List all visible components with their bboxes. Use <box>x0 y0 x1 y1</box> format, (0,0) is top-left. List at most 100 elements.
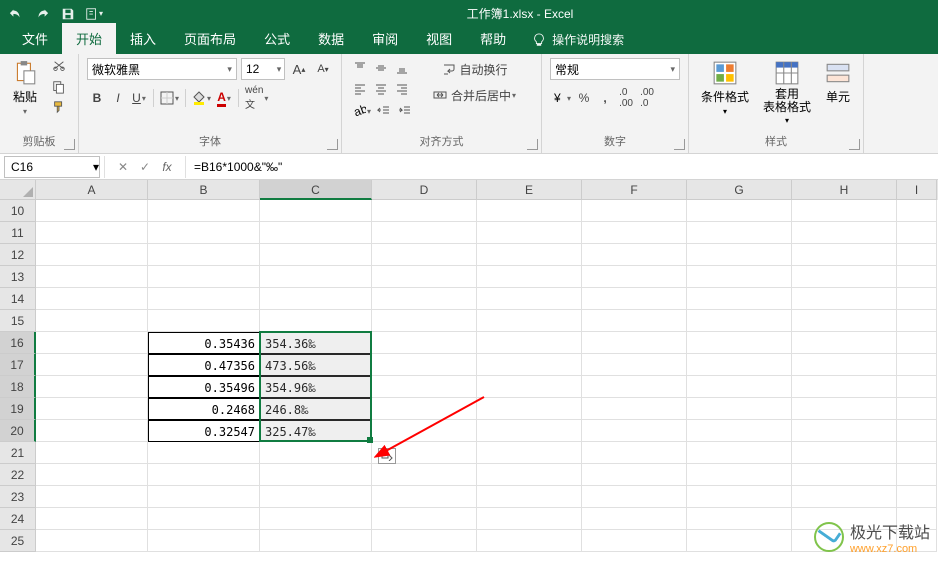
row-header-25[interactable]: 25 <box>0 530 36 552</box>
cell-F11[interactable] <box>582 222 687 244</box>
cell-D16[interactable] <box>372 332 477 354</box>
paste-button[interactable]: 粘贴 ▾ <box>8 58 42 118</box>
cell-I15[interactable] <box>897 310 937 332</box>
row-header-24[interactable]: 24 <box>0 508 36 530</box>
tab-home[interactable]: 开始 <box>62 23 116 54</box>
cell-B25[interactable] <box>148 530 260 552</box>
cell-D22[interactable] <box>372 464 477 486</box>
cell-G21[interactable] <box>687 442 792 464</box>
cell-E23[interactable] <box>477 486 582 508</box>
cell-D25[interactable] <box>372 530 477 552</box>
cell-E20[interactable] <box>477 420 582 442</box>
format-painter-button[interactable] <box>48 98 70 116</box>
cell-D10[interactable] <box>372 200 477 222</box>
row-header-20[interactable]: 20 <box>0 420 36 442</box>
increase-font-button[interactable]: A▴ <box>289 59 309 79</box>
cell-F21[interactable] <box>582 442 687 464</box>
cell-A21[interactable] <box>36 442 148 464</box>
align-left-button[interactable] <box>350 79 370 99</box>
cell-D20[interactable] <box>372 420 477 442</box>
underline-button[interactable]: U <box>129 88 149 108</box>
cell-F20[interactable] <box>582 420 687 442</box>
align-bottom-button[interactable] <box>392 58 412 78</box>
accounting-format-button[interactable]: ¥ <box>550 88 573 108</box>
cell-C16[interactable]: 354.36‰ <box>260 332 372 354</box>
cell-G17[interactable] <box>687 354 792 376</box>
cell-H20[interactable] <box>792 420 897 442</box>
copy-button[interactable] <box>48 78 70 96</box>
cell-G14[interactable] <box>687 288 792 310</box>
font-color-button[interactable]: A <box>214 88 234 108</box>
formula-input[interactable] <box>186 160 938 174</box>
cell-G15[interactable] <box>687 310 792 332</box>
cell-C11[interactable] <box>260 222 372 244</box>
cell-E21[interactable] <box>477 442 582 464</box>
spreadsheet-grid[interactable]: ABCDEFGHI 101112131415160.35436354.36‰17… <box>0 180 938 561</box>
select-all-button[interactable] <box>0 180 36 200</box>
column-header-H[interactable]: H <box>792 180 897 200</box>
cell-I21[interactable] <box>897 442 937 464</box>
cell-C20[interactable]: 325.47‰ <box>260 420 372 442</box>
cell-E22[interactable] <box>477 464 582 486</box>
cell-C22[interactable] <box>260 464 372 486</box>
cell-B18[interactable]: 0.35496 <box>148 376 260 398</box>
cell-B12[interactable] <box>148 244 260 266</box>
cell-D14[interactable] <box>372 288 477 310</box>
column-header-A[interactable]: A <box>36 180 148 200</box>
cell-B24[interactable] <box>148 508 260 530</box>
cell-E14[interactable] <box>477 288 582 310</box>
tab-review[interactable]: 审阅 <box>358 23 412 54</box>
cell-I19[interactable] <box>897 398 937 420</box>
tell-me-search[interactable]: 操作说明搜索 <box>520 25 636 54</box>
font-name-combo[interactable]: ▾ <box>87 58 237 80</box>
cell-B14[interactable] <box>148 288 260 310</box>
cell-C13[interactable] <box>260 266 372 288</box>
cell-B21[interactable] <box>148 442 260 464</box>
cell-C23[interactable] <box>260 486 372 508</box>
cell-B11[interactable] <box>148 222 260 244</box>
accept-formula-button[interactable]: ✓ <box>135 160 155 174</box>
cell-H21[interactable] <box>792 442 897 464</box>
cell-G19[interactable] <box>687 398 792 420</box>
cell-D23[interactable] <box>372 486 477 508</box>
cut-button[interactable] <box>48 58 70 76</box>
align-top-button[interactable] <box>350 58 370 78</box>
cell-C19[interactable]: 246.8‰ <box>260 398 372 420</box>
row-header-13[interactable]: 13 <box>0 266 36 288</box>
phonetic-button[interactable]: wén文 <box>243 88 270 108</box>
cell-E13[interactable] <box>477 266 582 288</box>
row-header-23[interactable]: 23 <box>0 486 36 508</box>
font-size-combo[interactable]: ▾ <box>241 58 285 80</box>
cell-I13[interactable] <box>897 266 937 288</box>
cell-A13[interactable] <box>36 266 148 288</box>
cell-F13[interactable] <box>582 266 687 288</box>
cell-F14[interactable] <box>582 288 687 310</box>
tab-layout[interactable]: 页面布局 <box>170 23 250 54</box>
cell-I10[interactable] <box>897 200 937 222</box>
cell-C15[interactable] <box>260 310 372 332</box>
cell-H23[interactable] <box>792 486 897 508</box>
column-header-I[interactable]: I <box>897 180 937 200</box>
cell-E10[interactable] <box>477 200 582 222</box>
column-header-E[interactable]: E <box>477 180 582 200</box>
cell-C18[interactable]: 354.96‰ <box>260 376 372 398</box>
redo-button[interactable] <box>30 3 54 25</box>
cell-C24[interactable] <box>260 508 372 530</box>
cell-H15[interactable] <box>792 310 897 332</box>
orientation-button[interactable]: ab <box>350 101 373 121</box>
column-header-F[interactable]: F <box>582 180 687 200</box>
cell-C12[interactable] <box>260 244 372 266</box>
cell-F22[interactable] <box>582 464 687 486</box>
decrease-decimal-button[interactable]: .00.0 <box>637 88 657 108</box>
merge-center-button[interactable]: 合并后居中 <box>427 84 522 106</box>
cell-I22[interactable] <box>897 464 937 486</box>
cell-G25[interactable] <box>687 530 792 552</box>
italic-button[interactable]: I <box>108 88 128 108</box>
tab-help[interactable]: 帮助 <box>466 23 520 54</box>
name-box[interactable]: ▾ <box>4 156 100 178</box>
cell-A25[interactable] <box>36 530 148 552</box>
cell-H14[interactable] <box>792 288 897 310</box>
cell-G23[interactable] <box>687 486 792 508</box>
cell-C25[interactable] <box>260 530 372 552</box>
save-button[interactable] <box>56 3 80 25</box>
